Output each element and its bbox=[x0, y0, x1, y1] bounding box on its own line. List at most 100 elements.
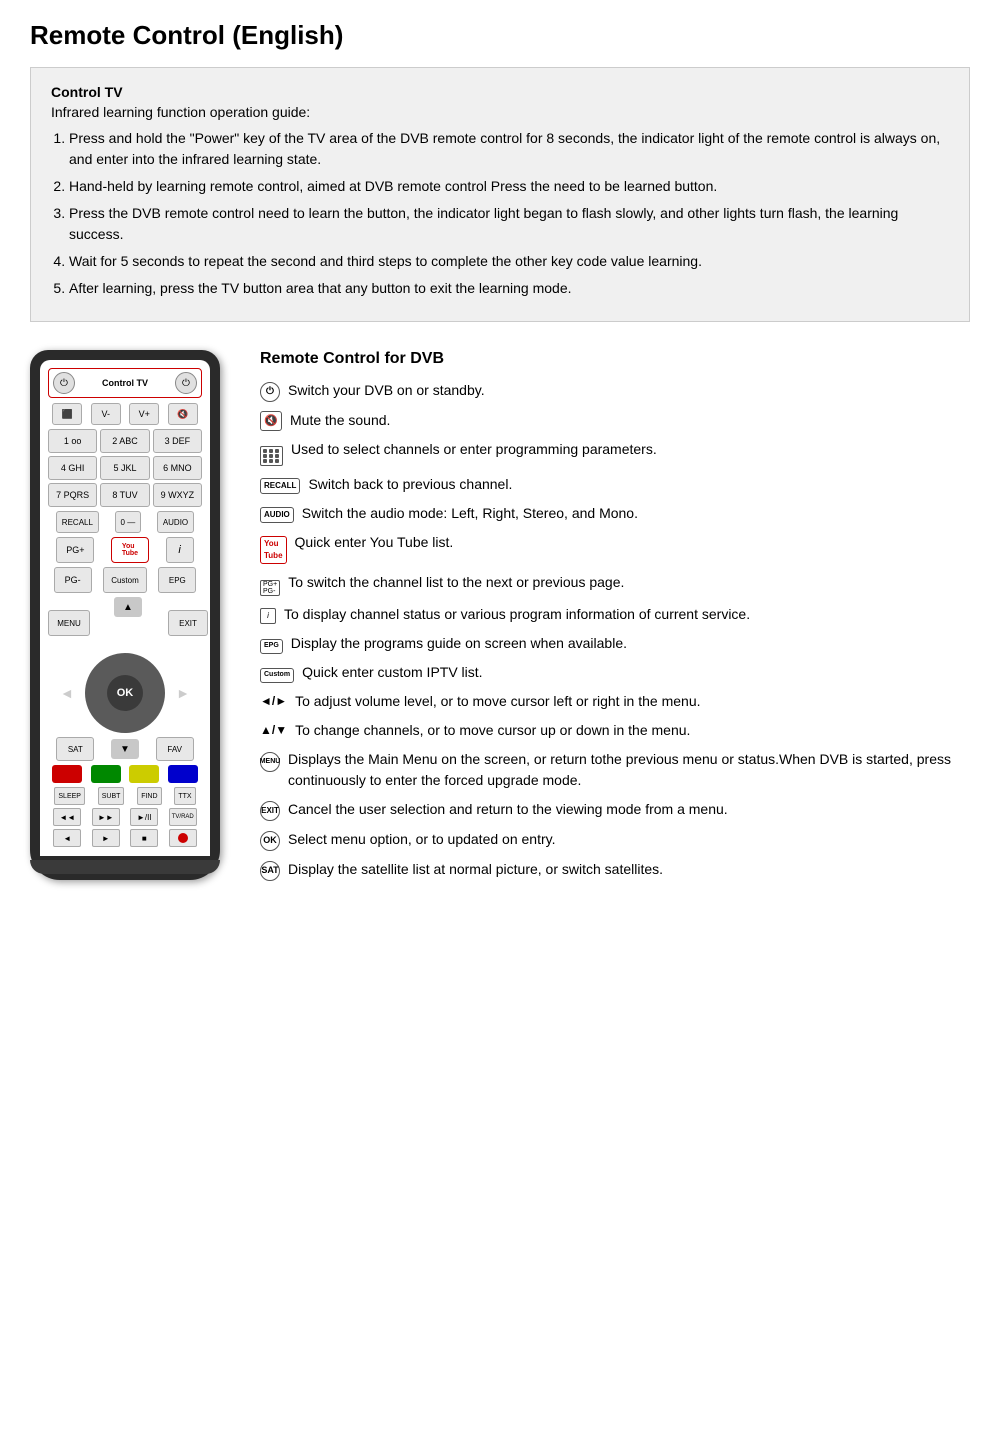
step-4: Wait for 5 seconds to repeat the second … bbox=[69, 251, 949, 272]
down-btn[interactable]: ▼ bbox=[111, 739, 139, 759]
dvb-epg-text: Display the programs guide on screen whe… bbox=[291, 633, 970, 654]
dvb-recall-text: Switch back to previous channel. bbox=[308, 474, 970, 495]
audio-btn[interactable]: AUDIO bbox=[157, 511, 194, 533]
sat-desc-icon: SAT bbox=[260, 860, 280, 881]
exit-desc-icon: EXIT bbox=[260, 800, 280, 821]
remote-bottom bbox=[30, 860, 220, 874]
pg-plus-row: PG+ YouTube i bbox=[48, 537, 202, 563]
mute-btn[interactable]: 🔇 bbox=[168, 403, 198, 425]
custom-icon: Custom bbox=[260, 663, 294, 683]
step-3: Press the DVB remote control need to lea… bbox=[69, 203, 949, 245]
num-4-btn[interactable]: 4 GHI bbox=[48, 456, 97, 480]
ok-desc-icon: OK bbox=[260, 830, 280, 851]
remote-screen-area: ⏻ Control TV ⏻ ⬛ V- V+ 🔇 1 oo 2 ABC 3 DE… bbox=[40, 360, 210, 856]
dvb-exit-text: Cancel the user selection and return to … bbox=[288, 799, 970, 820]
blue-btn[interactable] bbox=[168, 765, 198, 783]
num-6-btn[interactable]: 6 MNO bbox=[153, 456, 202, 480]
media-row-1: ◄◄ ►► ►/II TV/RAD bbox=[48, 808, 202, 826]
num-9-btn[interactable]: 9 WXYZ bbox=[153, 483, 202, 507]
stop-btn[interactable]: ■ bbox=[130, 829, 158, 847]
top-row: ⏻ Control TV ⏻ bbox=[48, 368, 202, 398]
right-btn[interactable]: ► bbox=[176, 685, 190, 701]
control-tv-subtitle: Infrared learning function operation gui… bbox=[51, 104, 949, 120]
power-icon: ⏻ bbox=[260, 381, 280, 402]
dvb-pg-text: To switch the channel list to the next o… bbox=[288, 572, 970, 593]
menu-btn[interactable]: MENU bbox=[48, 610, 90, 636]
subt-btn[interactable]: SUBT bbox=[98, 787, 125, 805]
numpad: 1 oo 2 ABC 3 DEF 4 GHI 5 JKL 6 MNO 7 PQR… bbox=[48, 429, 202, 507]
control-tv-label: Control TV bbox=[102, 378, 148, 388]
up-btn[interactable]: ▲ bbox=[114, 597, 142, 617]
dvb-description: Remote Control for DVB ⏻ Switch your DVB… bbox=[260, 350, 970, 889]
info-desc-icon: i bbox=[260, 605, 276, 624]
recall-btn[interactable]: RECALL bbox=[56, 511, 99, 533]
dvb-title: Remote Control for DVB bbox=[260, 350, 970, 368]
left-btn[interactable]: ◄ bbox=[60, 685, 74, 701]
remote-container: ⏻ Control TV ⏻ ⬛ V- V+ 🔇 1 oo 2 ABC 3 DE… bbox=[30, 350, 230, 880]
step-2: Hand-held by learning remote control, ai… bbox=[69, 176, 949, 197]
control-tv-section: Control TV Infrared learning function op… bbox=[30, 67, 970, 322]
num-5-btn[interactable]: 5 JKL bbox=[100, 456, 149, 480]
recall-icon: RECALL bbox=[260, 475, 300, 494]
dpad-circle: OK bbox=[85, 653, 165, 733]
info-btn[interactable]: i bbox=[166, 537, 194, 563]
page-title: Remote Control (English) bbox=[30, 20, 970, 51]
dvb-item-recall: RECALL Switch back to previous channel. bbox=[260, 474, 970, 495]
vol-minus-btn[interactable]: V- bbox=[91, 403, 121, 425]
dvb-item-power: ⏻ Switch your DVB on or standby. bbox=[260, 380, 970, 402]
dvb-updown-text: To change channels, or to move cursor up… bbox=[295, 720, 970, 741]
audio-icon: AUDIO bbox=[260, 504, 294, 523]
dvb-item-info: i To display channel status or various p… bbox=[260, 604, 970, 625]
exit-btn[interactable]: EXIT bbox=[168, 610, 208, 636]
next-btn[interactable]: ► bbox=[92, 829, 120, 847]
youtube-btn[interactable]: YouTube bbox=[111, 537, 149, 563]
find-btn[interactable]: FIND bbox=[137, 787, 161, 805]
num-1-btn[interactable]: 1 oo bbox=[48, 429, 97, 453]
num-7-btn[interactable]: 7 PQRS bbox=[48, 483, 97, 507]
sat-btn[interactable]: SAT bbox=[56, 737, 94, 761]
dvb-item-custom: Custom Quick enter custom IPTV list. bbox=[260, 662, 970, 683]
dvb-youtube-text: Quick enter You Tube list. bbox=[295, 532, 970, 553]
tv-rad-btn[interactable]: TV/RAD bbox=[169, 808, 197, 826]
dvb-sat-text: Display the satellite list at normal pic… bbox=[288, 859, 970, 880]
vol-plus-btn[interactable]: V+ bbox=[129, 403, 159, 425]
yellow-btn[interactable] bbox=[129, 765, 159, 783]
sleep-btn[interactable]: SLEEP bbox=[54, 787, 85, 805]
custom-btn[interactable]: Custom bbox=[103, 567, 147, 593]
fast-forward-btn[interactable]: ►► bbox=[92, 808, 120, 826]
sat-row: SAT ▼ FAV bbox=[48, 737, 202, 761]
prev-btn[interactable]: ◄ bbox=[53, 829, 81, 847]
dvb-item-exit: EXIT Cancel the user selection and retur… bbox=[260, 799, 970, 821]
step-5: After learning, press the TV button area… bbox=[69, 278, 949, 299]
dvb-item-menu: MENU Displays the Main Menu on the scree… bbox=[260, 749, 970, 791]
media-row-2: ◄ ► ■ bbox=[48, 829, 202, 847]
num-0-btn[interactable]: 0 — bbox=[115, 511, 142, 533]
pg-plus-btn[interactable]: PG+ bbox=[56, 537, 94, 563]
pg-minus-btn[interactable]: PG- bbox=[54, 567, 92, 593]
recall-row: RECALL 0 — AUDIO bbox=[48, 511, 202, 533]
power-btn-left[interactable]: ⏻ bbox=[53, 372, 75, 394]
num-3-btn[interactable]: 3 DEF bbox=[153, 429, 202, 453]
green-btn[interactable] bbox=[91, 765, 121, 783]
av-row: ⬛ V- V+ 🔇 bbox=[48, 403, 202, 425]
pg-icon: PG+PG- bbox=[260, 573, 280, 596]
fav-btn[interactable]: FAV bbox=[156, 737, 194, 761]
source-btn[interactable]: ⬛ bbox=[52, 403, 82, 425]
num-8-btn[interactable]: 8 TUV bbox=[100, 483, 149, 507]
youtube-desc-icon: YouTube bbox=[260, 533, 287, 564]
dvb-item-epg: EPG Display the programs guide on screen… bbox=[260, 633, 970, 654]
rec-btn[interactable] bbox=[169, 829, 197, 847]
dvb-info-text: To display channel status or various pro… bbox=[284, 604, 970, 625]
ok-btn[interactable]: OK bbox=[107, 675, 143, 711]
epg-btn[interactable]: EPG bbox=[158, 567, 196, 593]
dpad: ◄ OK ► bbox=[60, 653, 190, 733]
mute-icon: 🔇 bbox=[260, 411, 282, 432]
play-pause-btn[interactable]: ►/II bbox=[130, 808, 158, 826]
ttx-btn[interactable]: TTX bbox=[174, 787, 195, 805]
red-btn[interactable] bbox=[52, 765, 82, 783]
rewind-btn[interactable]: ◄◄ bbox=[53, 808, 81, 826]
power-btn-right[interactable]: ⏻ bbox=[175, 372, 197, 394]
dvb-ok-text: Select menu option, or to updated on ent… bbox=[288, 829, 970, 850]
num-2-btn[interactable]: 2 ABC bbox=[100, 429, 149, 453]
dvb-item-youtube: YouTube Quick enter You Tube list. bbox=[260, 532, 970, 564]
